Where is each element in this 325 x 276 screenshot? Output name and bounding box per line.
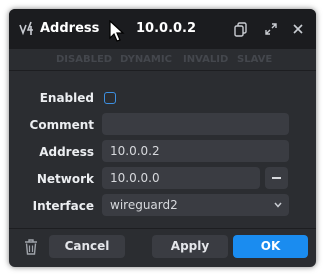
cancel-button[interactable]: Cancel <box>49 235 125 258</box>
ok-button[interactable]: OK <box>233 235 308 258</box>
trash-icon[interactable] <box>23 238 39 256</box>
divider <box>9 70 316 71</box>
close-icon[interactable] <box>288 19 308 39</box>
enabled-label: Enabled <box>39 91 94 105</box>
restore-icon[interactable] <box>261 19 281 39</box>
network-remove-button[interactable] <box>265 167 288 189</box>
flag-dynamic: DYNAMIC <box>120 54 172 65</box>
address-field[interactable]: 10.0.0.2 <box>102 140 289 162</box>
apply-button[interactable]: Apply <box>152 235 228 258</box>
comment-label: Comment <box>29 118 94 132</box>
network-label: Network <box>36 172 94 186</box>
comment-field[interactable] <box>102 113 289 135</box>
title-bar[interactable]: Address 10.0.0.2 <box>9 9 316 49</box>
copy-icon[interactable] <box>231 19 251 39</box>
window-title: Address <box>40 21 100 36</box>
interface-select[interactable]: wireguard2 <box>102 194 289 216</box>
chevron-down-icon <box>274 202 282 208</box>
mouse-pointer-icon <box>109 20 125 42</box>
interface-label: Interface <box>32 199 94 213</box>
interface-selected-value: wireguard2 <box>110 198 178 212</box>
winbox-logo-icon <box>19 21 33 36</box>
enabled-checkbox[interactable] <box>104 92 116 104</box>
status-flags: DISABLED DYNAMIC INVALID SLAVE <box>9 51 316 67</box>
flag-disabled: DISABLED <box>56 54 113 65</box>
network-field[interactable]: 10.0.0.0 <box>102 167 260 189</box>
flag-invalid: INVALID <box>183 54 229 65</box>
address-label: Address <box>39 145 94 159</box>
window-title-value: 10.0.0.2 <box>136 21 197 36</box>
divider <box>9 228 316 229</box>
address-window: Address 10.0.0.2 DISABLED DYNAMIC INVALI… <box>9 9 316 267</box>
minus-icon <box>272 177 281 179</box>
flag-slave: SLAVE <box>237 54 273 65</box>
